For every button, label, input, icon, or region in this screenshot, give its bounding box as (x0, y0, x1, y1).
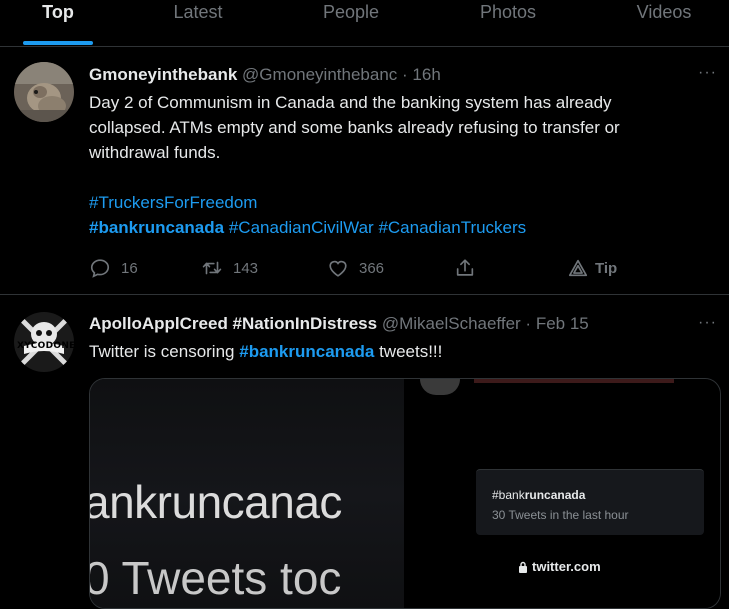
tab-latest[interactable]: Latest (158, 0, 238, 46)
tweet-text: Day 2 of Communism in Canada and the ban… (89, 90, 709, 240)
tweet-header: ApolloApplCreed #NationInDistress @Mikae… (89, 314, 589, 334)
tweet-actions: 16 143 366 Tip (89, 254, 649, 282)
user-handle[interactable]: @MikaelSchaeffer (382, 314, 521, 333)
trend-card[interactable]: #bankruncanada 30 Tweets in the last hou… (476, 469, 704, 535)
reply-icon (90, 259, 110, 278)
media-image-zoomed[interactable]: ankruncanac 0 Tweets toc (90, 379, 404, 608)
share-button[interactable] (454, 254, 476, 282)
reply-button[interactable]: 16 (89, 254, 138, 282)
hashtag-link[interactable]: #bankruncanada (239, 342, 374, 361)
tip-label: Tip (595, 259, 618, 277)
hashtag-link[interactable]: #CanadianCivilWar (229, 218, 374, 237)
hashtag-link[interactable]: #CanadianTruckers (378, 218, 526, 237)
search-tabs: Top Latest People Photos Videos (0, 0, 729, 47)
tweet-text-line: withdrawal funds. (89, 143, 221, 162)
timestamp[interactable]: 16h (412, 65, 440, 84)
tab-videos[interactable]: Videos (624, 0, 704, 46)
tab-photos[interactable]: Photos (468, 0, 548, 46)
like-icon (329, 260, 347, 277)
share-icon (456, 259, 474, 276)
tweet-text-line: collapsed. ATMs empty and some banks alr… (89, 118, 620, 137)
zoomed-text-line: 0 Tweets toc (90, 552, 342, 604)
like-count: 366 (359, 259, 385, 277)
retweet-icon (202, 261, 222, 275)
embedded-text-fragment (474, 379, 674, 383)
reply-count: 16 (121, 259, 138, 277)
media-image-screenshot[interactable]: #bankruncanada 30 Tweets in the last hou… (404, 379, 720, 608)
tab-top[interactable]: Top (23, 0, 93, 46)
tip-button[interactable]: Tip (567, 254, 617, 282)
hashtag-link[interactable]: #TruckersForFreedom (89, 193, 257, 212)
active-tab-indicator (23, 41, 93, 45)
trend-count: 30 Tweets in the last hour (492, 508, 629, 522)
separator-dot: · (402, 65, 408, 84)
tweet-text: Twitter is censoring #bankruncanada twee… (89, 339, 709, 364)
more-options-icon[interactable]: ··· (698, 64, 717, 82)
source-url[interactable]: twitter.com (518, 559, 601, 574)
more-options-icon[interactable]: ··· (698, 314, 717, 332)
tweet-header: Gmoneyinthebank @Gmoneyinthebanc · 16h (89, 65, 441, 85)
display-name[interactable]: ApolloApplCreed #NationInDistress (89, 314, 377, 333)
tweet-text-line: Day 2 of Communism in Canada and the ban… (89, 93, 612, 112)
tip-icon (568, 259, 588, 277)
like-button[interactable]: 366 (327, 254, 384, 282)
tweet-text-segment: Twitter is censoring (89, 342, 240, 361)
zoomed-text-line: ankruncanac (90, 476, 342, 528)
retweet-button[interactable]: 143 (201, 254, 258, 282)
lock-icon (519, 561, 527, 573)
squirrel-avatar-image (14, 62, 74, 122)
tab-people[interactable]: People (311, 0, 391, 46)
avatar-text: XYCODONE (17, 341, 74, 351)
avatar[interactable]: XYCODONE (14, 312, 74, 372)
timestamp[interactable]: Feb 15 (536, 314, 589, 333)
avatar[interactable] (14, 62, 74, 122)
tweet-text-segment: tweets!!! (374, 342, 443, 361)
tweet-media[interactable]: ankruncanac 0 Tweets toc #bankruncanada … (89, 378, 721, 609)
tweet[interactable]: Gmoneyinthebank @Gmoneyinthebanc · 16h ·… (0, 48, 729, 295)
tweet[interactable]: XYCODONE ApolloApplCreed #NationInDistre… (0, 296, 729, 609)
trend-tag: #bankruncanada (492, 488, 586, 502)
display-name[interactable]: Gmoneyinthebank (89, 65, 237, 84)
embedded-avatar (420, 379, 460, 395)
user-handle[interactable]: @Gmoneyinthebanc (242, 65, 397, 84)
separator-dot: · (525, 314, 532, 333)
hashtag-link[interactable]: #bankruncanada (89, 218, 224, 237)
retweet-count: 143 (233, 259, 259, 277)
